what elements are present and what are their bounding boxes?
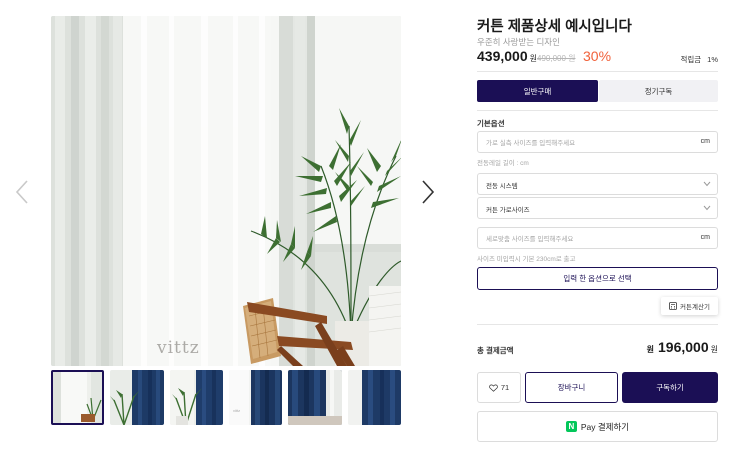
apply-options-button[interactable]: 입력 한 옵션으로 선택 (477, 267, 718, 290)
product-title: 커튼 제품상세 예시입니다 (477, 19, 632, 35)
calculator-icon (669, 302, 677, 310)
points-label: 적립금 (680, 55, 702, 64)
naver-pay-logo-icon: N (565, 421, 577, 432)
height-unit: cm (700, 234, 710, 241)
divider (477, 110, 718, 111)
curtain-width-select[interactable]: 커튼 가로사이즈 (477, 197, 718, 219)
height-size-field[interactable]: cm (477, 227, 718, 250)
npay-button[interactable]: N Pay 결제하기 (477, 411, 718, 442)
motor-system-select[interactable]: 전동 시스템 (477, 173, 718, 195)
tab-general-purchase[interactable]: 일반구매 (477, 80, 598, 102)
prev-image-arrow-icon[interactable] (14, 178, 30, 206)
price-row: 439,000 원 490,000 원 30% 적립금 1% (477, 48, 718, 68)
subscribe-button[interactable]: 구독하기 (622, 372, 718, 403)
next-image-arrow-icon[interactable] (420, 178, 436, 206)
total-unit: 원 (710, 345, 718, 354)
product-subtitle: 우준히 사랑받는 디자인 (477, 37, 560, 47)
sale-price: 439,000 원 (477, 48, 537, 64)
purchase-actions: 71 장바구니 구독하기 (477, 372, 718, 403)
purchase-type-tabs: 일반구매 정기구독 (477, 80, 718, 102)
width-unit: cm (700, 138, 710, 145)
total-amount-label: 총 결제금액 (477, 346, 514, 355)
thumbnail-2[interactable] (110, 370, 164, 425)
thumbnail-5[interactable] (288, 370, 342, 425)
curtain-calculator-label: 커튼계산기 (680, 304, 710, 311)
thumbnail-3[interactable] (169, 370, 223, 425)
chevron-down-icon (703, 181, 711, 187)
curtain-width-select-label: 커튼 가로사이즈 (486, 207, 530, 214)
original-price: 490,000 원 (537, 54, 576, 63)
thumbnail-1[interactable] (51, 370, 105, 425)
width-size-input[interactable] (478, 133, 678, 154)
motor-system-select-label: 전동 시스템 (486, 183, 518, 190)
points-value: 1% (707, 55, 718, 64)
discount-rate: 30% (583, 48, 612, 64)
price-unit: 원 (529, 54, 537, 63)
like-button[interactable]: 71 (477, 372, 521, 403)
points-info: 적립금 1% (680, 54, 718, 65)
main-product-image: vittz (51, 16, 401, 366)
thumbnail-strip: vittz (51, 370, 401, 426)
divider (477, 324, 718, 325)
like-count: 71 (500, 383, 510, 392)
curtain-calculator-button[interactable]: 커튼계산기 (661, 297, 718, 315)
total-amount: 원 196,000 원 (647, 339, 718, 355)
height-default-hint: 사이즈 미입력시 기본 230cm로 출고 (477, 256, 576, 263)
total-currency: 원 (646, 345, 655, 354)
height-size-input[interactable] (478, 229, 678, 250)
tab-subscription[interactable]: 정기구독 (599, 80, 718, 102)
basic-options-label: 기본옵션 (477, 119, 505, 128)
divider (477, 71, 718, 72)
thumbnail-4[interactable]: vittz (228, 370, 283, 425)
npay-button-label: Pay 결제하기 (580, 421, 630, 432)
heart-icon (489, 384, 498, 392)
rail-length-hint: 전동레일 길이 : cm (477, 160, 529, 167)
total-amount-value: 196,000 (658, 339, 709, 355)
brand-watermark: vittz (157, 338, 200, 358)
width-size-field[interactable]: cm (477, 131, 718, 154)
svg-text:vittz: vittz (233, 408, 240, 413)
chevron-down-icon (703, 205, 711, 211)
add-to-cart-button[interactable]: 장바구니 (525, 372, 618, 403)
thumbnail-6[interactable] (347, 370, 401, 425)
